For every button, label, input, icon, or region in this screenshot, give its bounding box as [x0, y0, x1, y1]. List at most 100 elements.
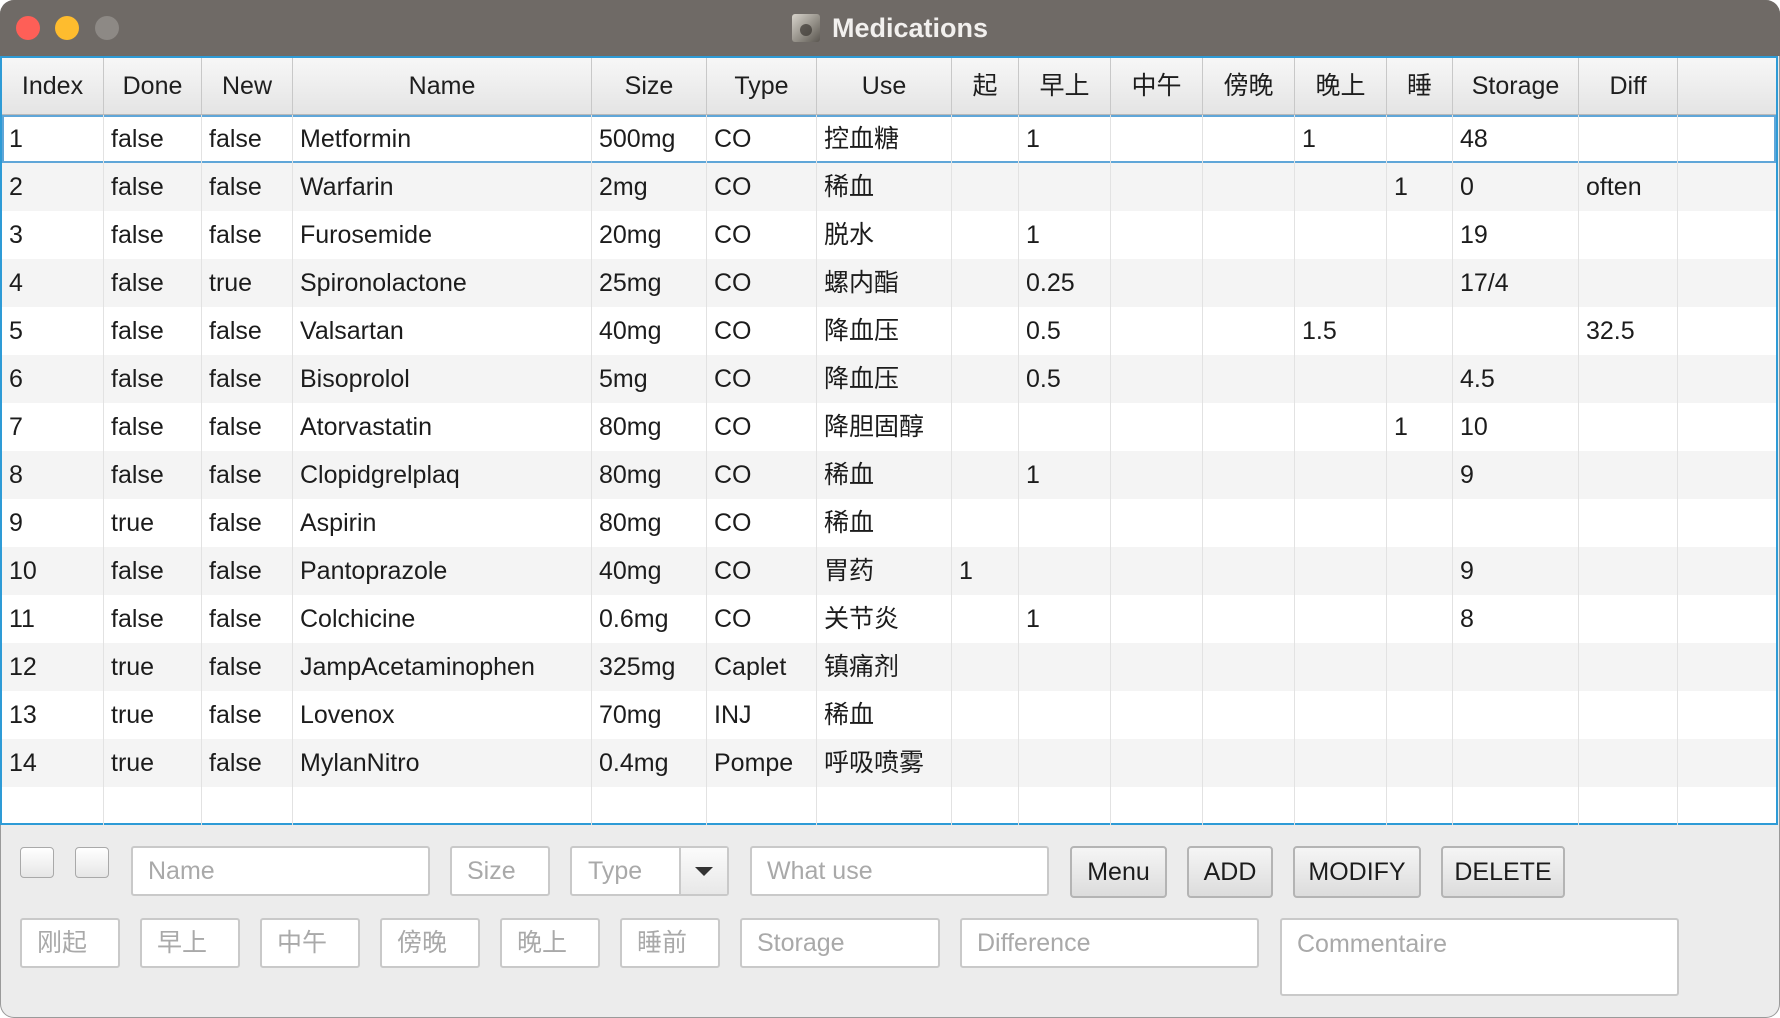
column-header-done[interactable]: Done	[104, 58, 202, 114]
comment-textarea[interactable]	[1280, 918, 1679, 996]
type-select-placeholder: Type	[588, 857, 643, 885]
column-header-bedtime[interactable]: 睡	[1387, 58, 1453, 114]
table-row[interactable]: 2 false false Warfarin 2mg CO 稀血 1 0 often	[2, 163, 1776, 211]
cell-use: 关节炎	[817, 595, 952, 643]
noon-dose-input[interactable]	[260, 918, 360, 968]
cell-bedtime	[1387, 739, 1453, 787]
cell-bedtime	[1387, 259, 1453, 307]
cell-size: 325mg	[592, 643, 707, 691]
cell-done: false	[104, 451, 202, 499]
cell-evening	[1203, 259, 1295, 307]
cell-size: 80mg	[592, 451, 707, 499]
cell-type: CO	[707, 595, 817, 643]
cell-noon	[1111, 451, 1203, 499]
cell-morning	[1019, 691, 1111, 739]
column-header-night[interactable]: 晚上	[1295, 58, 1387, 114]
cell-use: 脱水	[817, 211, 952, 259]
column-header-name[interactable]: Name	[293, 58, 592, 114]
table-row[interactable]: 10 false false Pantoprazole 40mg CO 胃药 1 9	[2, 547, 1776, 595]
night-dose-input[interactable]	[500, 918, 600, 968]
cell-morning	[1019, 163, 1111, 211]
cell-night	[1295, 355, 1387, 403]
table-row[interactable]: 9 true false Aspirin 80mg CO 稀血	[2, 499, 1776, 547]
column-header-wake[interactable]: 起	[952, 58, 1019, 114]
cell-size: 40mg	[592, 547, 707, 595]
storage-input[interactable]	[740, 918, 940, 968]
cell-bedtime	[1387, 547, 1453, 595]
column-header-use[interactable]: Use	[817, 58, 952, 114]
cell-night	[1295, 643, 1387, 691]
table-row[interactable]: 8 false false Clopidgrelplaq 80mg CO 稀血 1 9	[2, 451, 1776, 499]
table-row[interactable]: 4 false true Spironolactone 25mg CO 螺内酯 0.25 17/…	[2, 259, 1776, 307]
evening-dose-input[interactable]	[380, 918, 480, 968]
cell-done: false	[104, 307, 202, 355]
cell-diff: 32.5	[1579, 307, 1678, 355]
wake-dose-input[interactable]	[20, 918, 120, 968]
cell-diff	[1579, 259, 1678, 307]
use-input[interactable]	[750, 846, 1049, 896]
delete-button[interactable]: DELETE	[1441, 846, 1565, 898]
add-button[interactable]: ADD	[1187, 846, 1273, 898]
cell-index: 4	[2, 259, 104, 307]
column-header-new[interactable]: New	[202, 58, 293, 114]
cell-noon	[1111, 163, 1203, 211]
cell-noon	[1111, 547, 1203, 595]
cell-morning	[1019, 643, 1111, 691]
app-icon	[791, 14, 820, 42]
column-header-index[interactable]: Index	[2, 58, 104, 114]
cell-storage: 10	[1453, 403, 1579, 451]
column-header-storage[interactable]: Storage	[1453, 58, 1579, 114]
table-row[interactable]: 7 false false Atorvastatin 80mg CO 降胆固醇 1 10	[2, 403, 1776, 451]
cell-index: 7	[2, 403, 104, 451]
cell-night: 1	[1295, 115, 1387, 163]
modify-button[interactable]: MODIFY	[1293, 846, 1421, 898]
table-row[interactable]: 1 false false Metformin 500mg CO 控血糖 1 1 48	[2, 115, 1776, 163]
cell-evening	[1203, 355, 1295, 403]
new-checkbox[interactable]	[75, 847, 109, 878]
cell-size: 25mg	[592, 259, 707, 307]
type-dropdown-button[interactable]	[679, 848, 727, 894]
bedtime-dose-input[interactable]	[620, 918, 720, 968]
cell-storage: 9	[1453, 451, 1579, 499]
table-row[interactable]: 5 false false Valsartan 40mg CO 降血压 0.5 1.5 32.5	[2, 307, 1776, 355]
cell-new: true	[202, 259, 293, 307]
table-row[interactable]: 3 false false Furosemide 20mg CO 脱水 1 19	[2, 211, 1776, 259]
window-title: Medications	[831, 12, 989, 43]
size-input[interactable]	[450, 846, 550, 896]
type-select[interactable]: Type	[570, 846, 729, 896]
cell-type: CO	[707, 547, 817, 595]
column-header-evening[interactable]: 傍晚	[1203, 58, 1295, 114]
table-row[interactable]: 6 false false Bisoprolol 5mg CO 降血压 0.5 4.5	[2, 355, 1776, 403]
cell-evening	[1203, 115, 1295, 163]
cell-wake	[952, 595, 1019, 643]
cell-use: 胃药	[817, 547, 952, 595]
morning-dose-input[interactable]	[140, 918, 240, 968]
column-header-morning[interactable]: 早上	[1019, 58, 1111, 114]
cell-noon	[1111, 403, 1203, 451]
column-header-diff[interactable]: Diff	[1579, 58, 1678, 114]
cell-new: false	[202, 115, 293, 163]
cell-diff	[1579, 691, 1678, 739]
table-row[interactable]: 14 true false MylanNitro 0.4mg Pompe 呼吸喷雾	[2, 739, 1776, 787]
table-row[interactable]: 11 false false Colchicine 0.6mg CO 关节炎 1 8	[2, 595, 1776, 643]
column-header-size[interactable]: Size	[592, 58, 707, 114]
app-window: Medications Index Done New Name Size Type Use 起…	[0, 0, 1780, 1018]
cell-bedtime	[1387, 115, 1453, 163]
cell-done: false	[104, 211, 202, 259]
done-checkbox[interactable]	[20, 847, 54, 878]
table-row[interactable]: 12 true false JampAcetaminophen 325mg Caplet 镇…	[2, 643, 1776, 691]
cell-morning	[1019, 547, 1111, 595]
name-input[interactable]	[131, 846, 430, 896]
cell-evening	[1203, 691, 1295, 739]
menu-button[interactable]: Menu	[1070, 846, 1167, 898]
difference-input[interactable]	[960, 918, 1259, 968]
table-row[interactable]: 13 true false Lovenox 70mg INJ 稀血	[2, 691, 1776, 739]
cell-morning	[1019, 403, 1111, 451]
medications-table[interactable]: Index Done New Name Size Type Use 起早上 中午 傍晚 晚上睡 Sto…	[0, 56, 1778, 825]
cell-diff	[1579, 499, 1678, 547]
cell-index: 6	[2, 355, 104, 403]
cell-done: false	[104, 547, 202, 595]
column-header-noon[interactable]: 中午	[1111, 58, 1203, 114]
cell-wake	[952, 259, 1019, 307]
column-header-type[interactable]: Type	[707, 58, 817, 114]
